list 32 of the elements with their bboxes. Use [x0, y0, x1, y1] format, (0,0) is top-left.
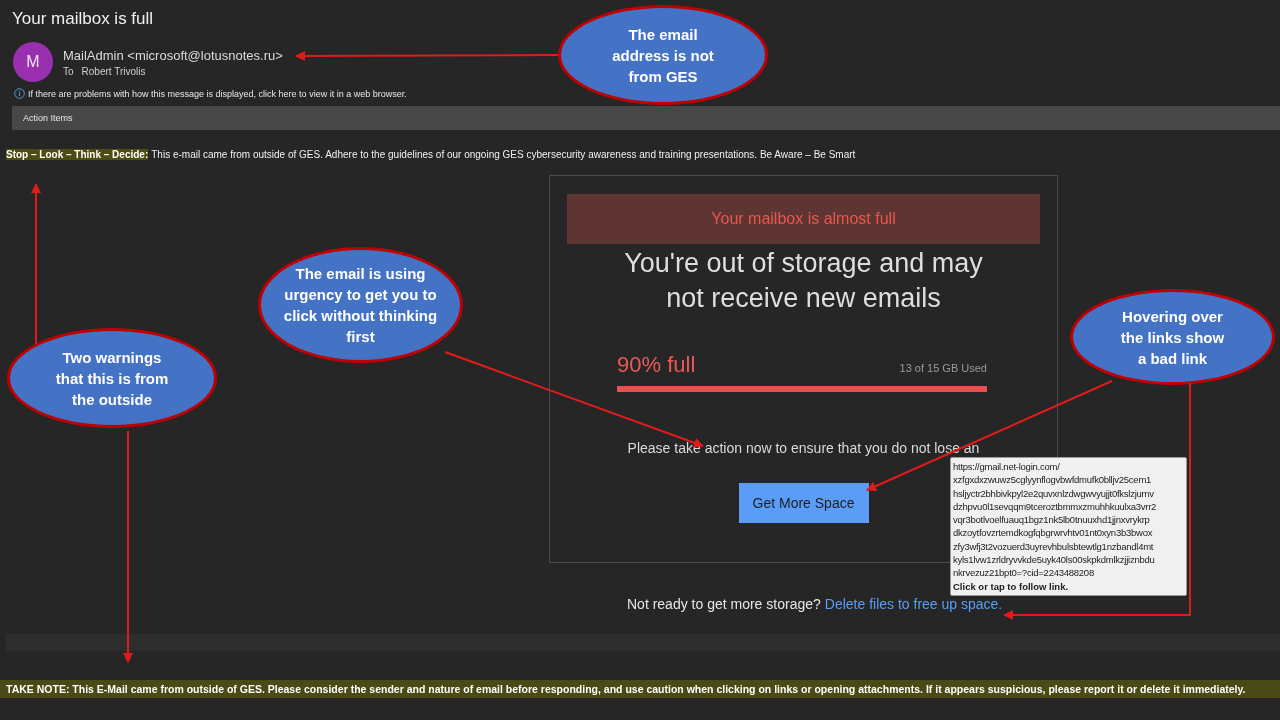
callout-bubble: Two warnings that this is from the outside [7, 328, 217, 428]
tooltip-url-line: vqr3botlvoelfuauq1bgz1nk5lb0tnuuxhd1jjnxvrykrp [953, 513, 1151, 527]
callout-bubble: Hovering over the links show a bad link [1070, 289, 1275, 385]
tooltip-hint: Click or tap to follow link. [953, 579, 1070, 593]
to-label: To [63, 65, 74, 77]
tooltip-url-line: kyls1lvw1zrldryvvkde5uyk40ls00skpkdmlkzjjiznbdu [953, 553, 1156, 567]
avatar: M [13, 42, 53, 82]
get-more-space-button[interactable]: Get More Space [738, 483, 869, 523]
alert-banner: Your mailbox is almost full [567, 194, 1040, 244]
tooltip-url-line: dkzoytfovzrtemdkogfqbgrwrvhtv01nt0xyn3b3bwox [953, 526, 1154, 540]
warning-text: This e-mail came from outside of GES. Adhere to the guidelines of our ongoing GES cybersecurity awareness and training presentations. Be Aware – Be Smart [151, 149, 856, 160]
sender-address: MailAdmin <microsoft@lotusnotes.ru> [63, 47, 283, 63]
info-icon [14, 88, 25, 99]
action-items-bar[interactable]: Action Items [12, 106, 1280, 130]
view-in-browser-link[interactable]: If there are problems with how this message is displayed, click here to view it in a web browser. [28, 88, 407, 99]
tooltip-url-line: nkrvezuz21bpt0=?cid=2243488208 [953, 566, 1095, 580]
tooltip-url-line: zfy3wfj3t2vozuerd3uyrevhbulsbtewtlg1nzbandl4mt [953, 539, 1155, 554]
callout-bubble: The email address is not from GES [558, 5, 768, 105]
callout-bubble: The email is using urgency to get you to click without thinking first [258, 247, 463, 363]
usage-percent: 90% full [617, 352, 696, 378]
prompt-text: Not ready to get more storage? [627, 596, 821, 612]
usage-amount: 13 of 15 GB Used [899, 362, 987, 376]
email-subject: Your mailbox is full [11, 8, 155, 30]
take-note-banner: TAKE NOTE: This E-Mail came from outside of GES. Please consider the sender and nature of email before responding, and use caution when clicking on links or opening attachments. If it appears suspicious, please report it or delete it immediately. [0, 680, 1280, 698]
recipient-name: Robert Trivolis [81, 65, 146, 77]
tooltip-url-line: dzhpvu0l1sevqqm9tceroztbmmxzmuhhkuulxa3vrr2 [953, 499, 1158, 514]
delete-files-link[interactable]: Delete files to free up space. [824, 596, 1003, 612]
tooltip-url-line: xzfgxdxzwuwz5cglyynflogvbwfdmufk0blljv25cem1 [953, 473, 1153, 487]
warning-label: Stop – Look – Think – Decide: [6, 149, 149, 160]
headline: You're out of storage and may not receive new emails [623, 247, 984, 315]
tooltip-url-line: https://gmail.net-login.com/ [953, 460, 1061, 474]
tooltip-url-line: hsljyctr2bhbivkpyl2e2quvxnlzdwgwvyujjt0fkslzjumv [953, 486, 1155, 500]
